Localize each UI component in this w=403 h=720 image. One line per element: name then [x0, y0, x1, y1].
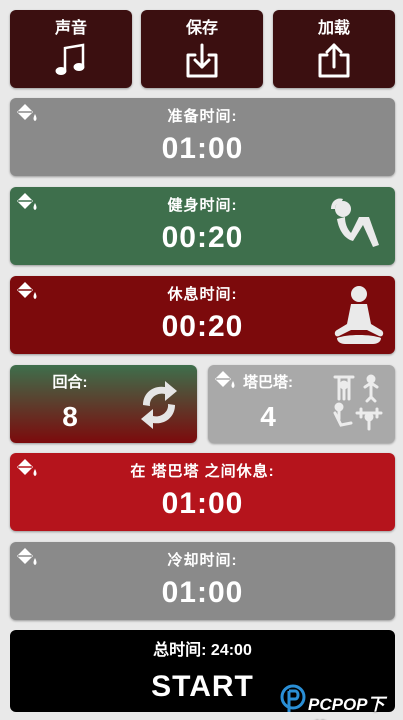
- prepare-time-label: 准备时间:: [167, 108, 238, 125]
- rest-between-tabata-label: 在 塔巴塔 之间休息:: [130, 463, 275, 480]
- pcpop-logo-icon: [280, 684, 306, 712]
- paint-bucket-icon[interactable]: [14, 280, 40, 304]
- sound-button-label: 声音: [54, 20, 87, 37]
- tabata-card[interactable]: 塔巴塔: 4: [208, 365, 395, 443]
- load-button-label: 加载: [317, 20, 350, 37]
- cooldown-time-value: 01:00: [161, 576, 244, 609]
- tabata-label: 塔巴塔:: [243, 374, 293, 391]
- sound-button[interactable]: 声音: [10, 10, 132, 88]
- tabata-value: 4: [260, 401, 276, 432]
- situp-figure-icon: [331, 198, 379, 247]
- paint-bucket-icon[interactable]: [14, 191, 40, 215]
- prepare-time-card[interactable]: 准备时间: 01:00: [10, 98, 395, 176]
- total-time-label: 总时间: 24:00: [153, 642, 252, 659]
- upload-icon: [318, 43, 350, 78]
- paint-bucket-icon[interactable]: [14, 546, 40, 570]
- rest-between-tabata-value: 01:00: [161, 487, 244, 520]
- prepare-time-value: 01:00: [161, 132, 244, 165]
- meditation-figure-icon: [334, 286, 384, 344]
- rounds-value: 8: [62, 401, 78, 432]
- load-button[interactable]: 加载: [273, 10, 395, 88]
- save-button[interactable]: 保存: [141, 10, 263, 88]
- rounds-label: 回合:: [52, 374, 88, 391]
- exercise-figures-icon: [333, 374, 383, 431]
- rest-between-tabata-card[interactable]: 在 塔巴塔 之间休息: 01:00: [10, 453, 395, 531]
- save-icon: [186, 43, 218, 78]
- cooldown-time-card[interactable]: 冷却时间: 01:00: [10, 542, 395, 620]
- cooldown-time-label: 冷却时间:: [167, 552, 238, 569]
- paint-bucket-icon[interactable]: [14, 457, 40, 481]
- watermark: PCPOP下载: [280, 684, 400, 714]
- refresh-icon: [141, 381, 177, 429]
- work-time-card[interactable]: 健身时间: 00:20: [10, 187, 395, 265]
- watermark-text: PCPOP下载: [308, 695, 385, 714]
- rest-time-card[interactable]: 休息时间: 00:20: [10, 276, 395, 354]
- save-button-label: 保存: [185, 20, 218, 37]
- paint-bucket-icon[interactable]: [14, 102, 40, 126]
- music-note-icon: [55, 43, 85, 75]
- rounds-card[interactable]: 回合: 8: [10, 365, 197, 443]
